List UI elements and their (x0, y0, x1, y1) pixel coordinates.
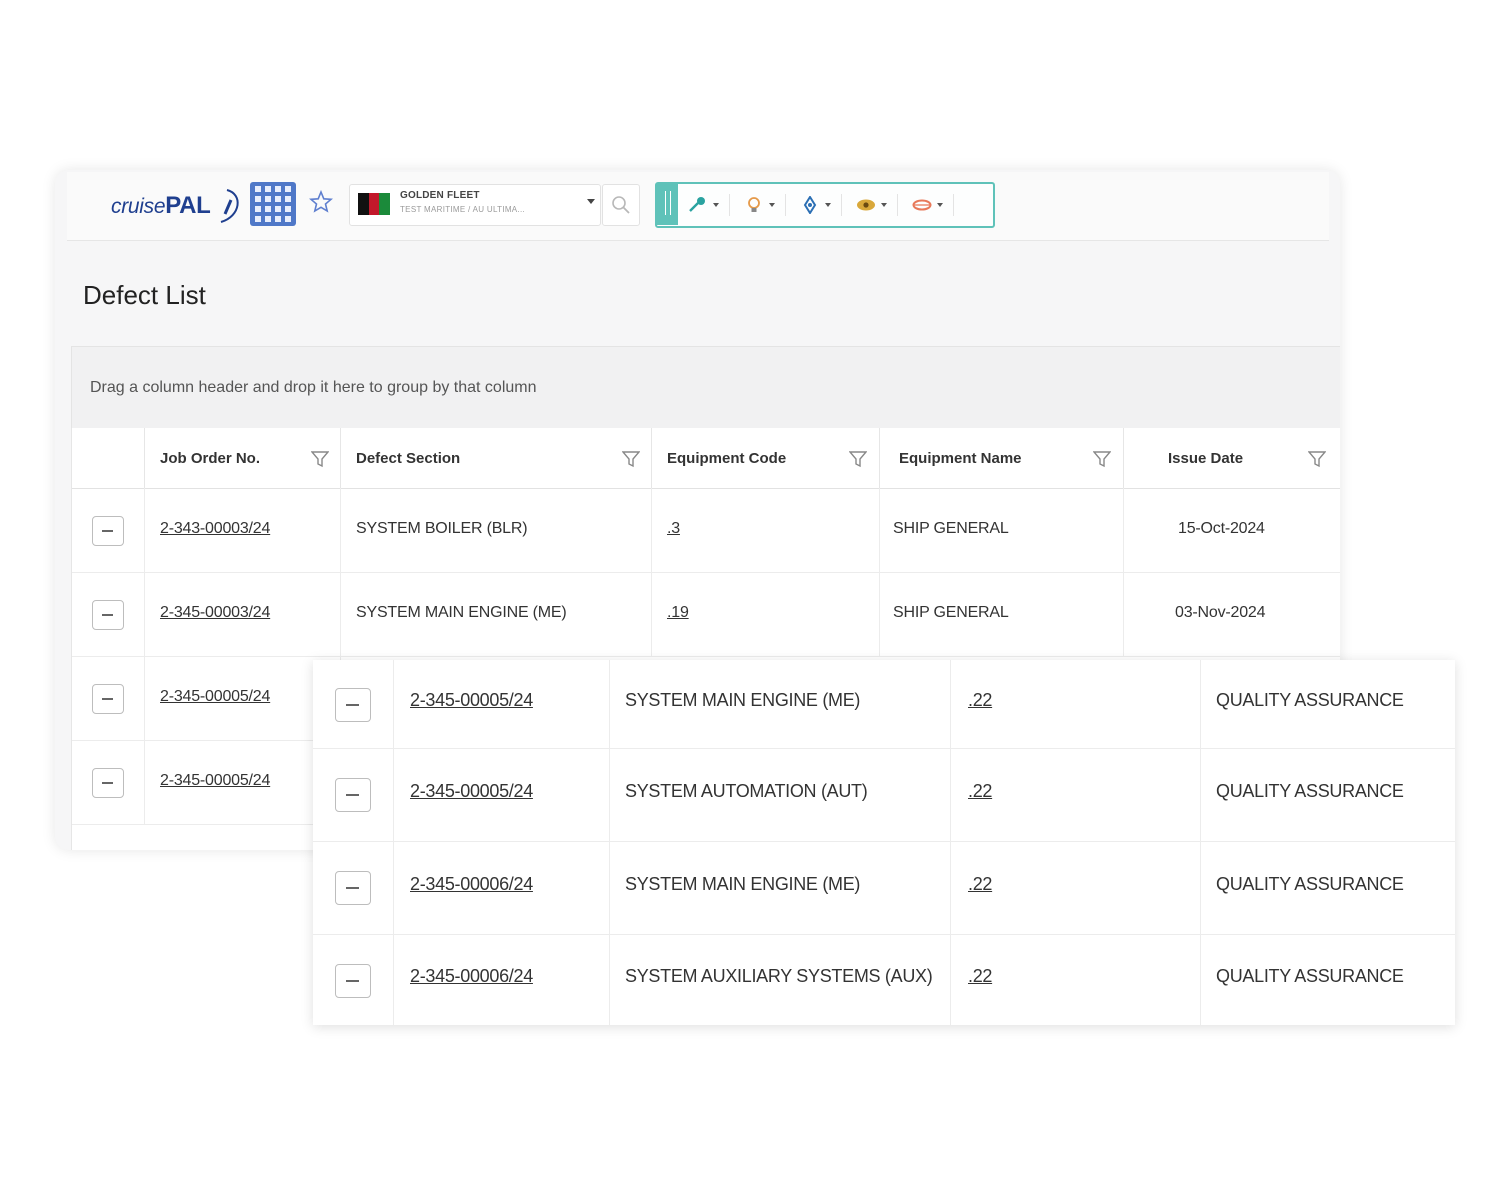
filter-icon[interactable] (849, 450, 867, 468)
job-order-link[interactable]: 2-345-00003/24 (160, 604, 270, 622)
filter-icon[interactable] (311, 450, 329, 468)
grip-icon[interactable] (656, 183, 678, 225)
job-order-link[interactable]: 2-345-00005/24 (410, 781, 533, 802)
equipment-name: QUALITY ASSURANCE (1216, 874, 1404, 894)
group-by-drop-zone[interactable]: Drag a column header and drop it here to… (71, 346, 1340, 430)
defect-section: SYSTEM BOILER (BLR) (356, 520, 528, 537)
job-order-link[interactable]: 2-345-00005/24 (410, 690, 533, 711)
equipment-name: SHIP GENERAL (893, 520, 1009, 537)
table-row[interactable]: 2-345-00005/24 SYSTEM MAIN ENGINE (ME) .… (313, 660, 1455, 749)
bulb-icon (748, 197, 760, 212)
move-icon (803, 196, 817, 214)
filter-icon[interactable] (622, 450, 640, 468)
group-by-hint: Drag a column header and drop it here to… (90, 379, 537, 396)
table-row[interactable]: 2-345-00005/24 SYSTEM AUTOMATION (AUT) .… (313, 748, 1455, 842)
column-title: Defect Section (356, 450, 461, 467)
job-order-link[interactable]: 2-345-00005/24 (160, 688, 270, 706)
equipment-name: QUALITY ASSURANCE (1216, 690, 1404, 710)
page-title: Defect List (83, 280, 206, 310)
collapse-row-button[interactable] (335, 871, 371, 905)
vessel-select[interactable]: GOLDEN FLEET TEST MARITIME / AU ULTIMA..… (349, 184, 601, 226)
column-title: Job Order No. (160, 450, 261, 467)
collapse-row-button[interactable] (92, 600, 124, 630)
collapse-row-button[interactable] (92, 768, 124, 798)
lips-tool-button[interactable] (907, 194, 954, 216)
column-header-issue-date[interactable]: Issue Date (1123, 428, 1340, 488)
defect-section: SYSTEM AUTOMATION (AUT) (625, 781, 868, 801)
column-header-equipment-code[interactable]: Equipment Code (651, 428, 880, 488)
vessel-subtitle: TEST MARITIME / AU ULTIMA... (400, 205, 526, 214)
collapse-row-button[interactable] (92, 516, 124, 546)
equipment-code-link[interactable]: .22 (968, 690, 992, 711)
equipment-code-link[interactable]: .3 (667, 520, 680, 538)
defect-section: SYSTEM MAIN ENGINE (ME) (625, 690, 861, 710)
equipment-code-link[interactable]: .22 (968, 781, 992, 802)
eye-tool-button[interactable] (851, 194, 898, 216)
equipment-name: QUALITY ASSURANCE (1216, 781, 1404, 801)
logo-swoosh-icon (220, 189, 239, 223)
equipment-name: SHIP GENERAL (893, 604, 1009, 621)
chevron-down-icon (587, 199, 595, 204)
column-title: Issue Date (1168, 450, 1244, 467)
move-tool-button[interactable] (795, 194, 842, 216)
expand-column-header (72, 428, 145, 488)
top-bar: cruisePAL GOLDEN FLEET TEST MARITIME / A… (67, 172, 1329, 241)
collapse-row-button[interactable] (335, 964, 371, 998)
logo-prefix: cruise (111, 195, 166, 218)
equipment-name: QUALITY ASSURANCE (1216, 966, 1404, 986)
job-order-link[interactable]: 2-345-00006/24 (410, 874, 533, 895)
search-icon (612, 196, 630, 214)
equipment-code-link[interactable]: .22 (968, 966, 992, 987)
issue-date: 03-Nov-2024 (1175, 604, 1266, 621)
apps-grid-icon[interactable] (250, 182, 296, 226)
collapse-row-button[interactable] (335, 778, 371, 812)
star-icon[interactable] (309, 190, 333, 214)
table-row[interactable]: 2-345-00006/24 SYSTEM AUXILIARY SYSTEMS … (313, 934, 1455, 1025)
vessel-name: GOLDEN FLEET (400, 190, 480, 201)
zoomed-defect-rows: 2-345-00005/24 SYSTEM MAIN ENGINE (ME) .… (313, 660, 1455, 1025)
job-order-link[interactable]: 2-345-00006/24 (410, 966, 533, 987)
filter-icon[interactable] (1308, 450, 1326, 468)
column-title: Equipment Name (899, 450, 1022, 467)
equipment-code-link[interactable]: .22 (968, 874, 992, 895)
job-order-link[interactable]: 2-343-00003/24 (160, 520, 270, 538)
filter-icon[interactable] (1093, 450, 1111, 468)
issue-date: 15-Oct-2024 (1178, 520, 1265, 537)
equipment-code-link[interactable]: .19 (667, 604, 689, 622)
defect-section: SYSTEM AUXILIARY SYSTEMS (AUX) (625, 966, 933, 986)
quick-tools-bar (655, 182, 995, 228)
column-header-equipment-name[interactable]: Equipment Name (879, 428, 1124, 488)
table-row[interactable]: 2-345-00003/24 SYSTEM MAIN ENGINE (ME) .… (72, 572, 1340, 657)
flag-icon (358, 193, 391, 215)
search-button[interactable] (602, 184, 640, 226)
lips-icon (912, 199, 932, 211)
wrench-icon (689, 197, 705, 212)
column-header-defect-section[interactable]: Defect Section (340, 428, 652, 488)
collapse-row-button[interactable] (92, 684, 124, 714)
bulb-tool-button[interactable] (739, 194, 786, 216)
table-row[interactable]: 2-345-00006/24 SYSTEM MAIN ENGINE (ME) .… (313, 841, 1455, 935)
table-row[interactable]: 2-343-00003/24 SYSTEM BOILER (BLR) .3 SH… (72, 488, 1340, 573)
eye-icon (857, 199, 875, 211)
collapse-row-button[interactable] (335, 688, 371, 722)
defect-section: SYSTEM MAIN ENGINE (ME) (625, 874, 861, 894)
cruisepal-logo[interactable]: cruisePAL (111, 186, 243, 226)
job-order-link[interactable]: 2-345-00005/24 (160, 772, 270, 790)
column-title: Equipment Code (667, 450, 787, 467)
column-header-job-order[interactable]: Job Order No. (144, 428, 341, 488)
defect-section: SYSTEM MAIN ENGINE (ME) (356, 604, 567, 621)
wrench-tool-button[interactable] (683, 194, 730, 216)
grid-header-row: Job Order No. Defect Section Equipment C… (72, 428, 1340, 489)
